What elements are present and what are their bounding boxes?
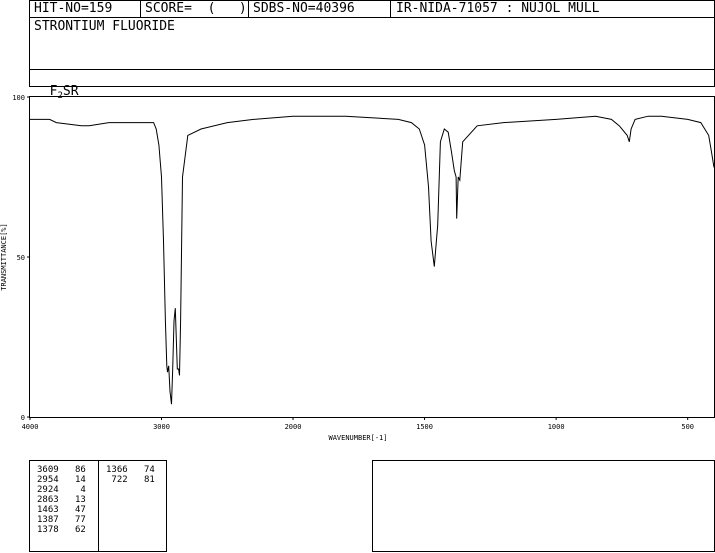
peak-row: 2863 13 — [37, 495, 86, 505]
peak-row: 1463 47 — [37, 505, 86, 515]
peak-transmittance: 62 — [58, 525, 86, 535]
x-tick-label-500: 500 — [681, 423, 694, 431]
spectrum-line — [30, 115, 715, 405]
peak-row: 2924 4 — [37, 485, 86, 495]
peak-transmittance: 14 — [58, 475, 86, 485]
y-tick-label-0: 0 — [21, 414, 25, 422]
peak-wavenumber: 2924 — [37, 485, 59, 495]
peak-row: 1378 62 — [37, 525, 86, 535]
tick-labels: 4000 3000 2000 1500 1000 500 0 50 100 — [12, 94, 694, 431]
x-tick-label-1000: 1000 — [548, 423, 565, 431]
y-tick-label-100: 100 — [12, 94, 25, 102]
peak-transmittance: 81 — [127, 475, 155, 485]
peak-wavenumber: 1366 — [106, 465, 128, 475]
peak-row: 1366 74 — [106, 465, 155, 475]
x-tick-label-3000: 3000 — [153, 423, 170, 431]
peak-wavenumber: 1387 — [37, 515, 59, 525]
peak-wavenumber: 2863 — [37, 495, 59, 505]
peak-table-divider — [98, 460, 99, 552]
axis-ticks — [27, 96, 689, 420]
peak-wavenumber: 722 — [106, 475, 128, 485]
peak-row: 1387 77 — [37, 515, 86, 525]
x-tick-label-2000: 2000 — [285, 423, 302, 431]
peak-column-1: 3609 86 2954 14 2924 4 2863 13 1463 47 1387 7… — [37, 465, 86, 535]
peak-wavenumber: 3609 — [37, 465, 59, 475]
empty-info-box — [372, 460, 715, 552]
peak-wavenumber: 2954 — [37, 475, 59, 485]
peak-row: 3609 86 — [37, 465, 86, 475]
peak-transmittance: 74 — [127, 465, 155, 475]
y-tick-label-50: 50 — [17, 254, 25, 262]
peak-row: 722 81 — [106, 475, 155, 485]
ir-spectrum-chart: 4000 3000 2000 1500 1000 500 0 50 100 WAVENUMBER… — [0, 94, 715, 442]
plot-frame — [29, 96, 715, 418]
peak-wavenumber: 1463 — [37, 505, 59, 515]
peak-column-2: 1366 74 722 81 — [106, 465, 155, 485]
x-tick-label-4000: 4000 — [22, 423, 39, 431]
x-tick-label-1500: 1500 — [416, 423, 433, 431]
peak-transmittance: 47 — [58, 505, 86, 515]
peak-transmittance: 13 — [58, 495, 86, 505]
peak-row: 2954 14 — [37, 475, 86, 485]
peak-transmittance: 86 — [58, 465, 86, 475]
peak-transmittance: 77 — [58, 515, 86, 525]
peak-transmittance: 4 — [58, 485, 86, 495]
y-axis-label: TRANSMITTANCE[%] — [0, 223, 8, 290]
x-axis-label: WAVENUMBER[-1] — [328, 434, 387, 442]
peak-wavenumber: 1378 — [37, 525, 59, 535]
